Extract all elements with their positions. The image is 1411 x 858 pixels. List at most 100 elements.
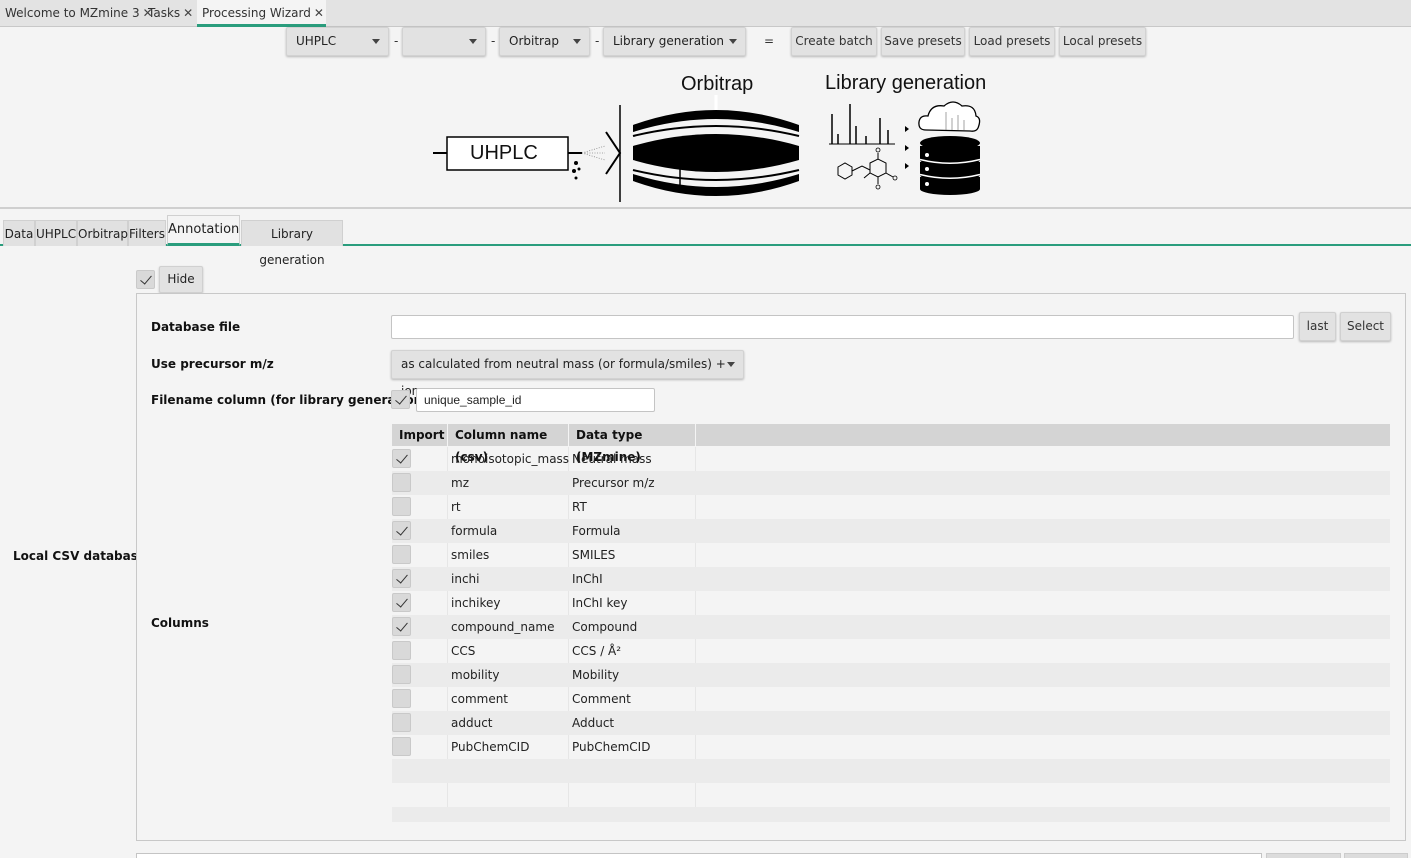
ms-instrument-select[interactable]: Orbitrap <box>499 27 590 56</box>
create-batch-button[interactable]: Create batch <box>791 27 877 56</box>
table-row[interactable]: monoisotopic_mass Neutral mass <box>392 447 1390 471</box>
data-type-cell: InChI key <box>572 596 628 610</box>
column-name-cell: rt <box>451 500 461 514</box>
table-row[interactable]: PubChemCID PubChemCID <box>392 735 1390 759</box>
table-row-empty <box>392 807 1390 822</box>
load-presets-button[interactable]: Load presets <box>969 27 1055 56</box>
import-checkbox[interactable] <box>392 593 411 612</box>
processing-wizard-window: Welcome to MZmine 3 ✕ Tasks ✕ Processing W… <box>0 0 1411 858</box>
data-type-cell: Compound <box>572 620 638 634</box>
orbitrap-diagram-label: Orbitrap <box>681 73 754 95</box>
tab-welcome[interactable]: Welcome to MZmine 3 ✕ <box>0 0 153 26</box>
module-enable-checkbox[interactable] <box>136 270 155 289</box>
table-row[interactable]: mz Precursor m/z <box>392 471 1390 495</box>
close-icon[interactable]: ✕ <box>183 6 193 20</box>
column-name-cell: PubChemCID <box>451 740 530 754</box>
divider <box>0 207 1411 209</box>
next-module-button[interactable] <box>1266 853 1341 858</box>
chevron-down-icon <box>727 362 735 367</box>
chevron-down-icon <box>729 39 737 44</box>
uhplc-diagram-label: UHPLC <box>470 142 538 164</box>
table-row[interactable]: inchi InChI <box>392 567 1390 591</box>
import-checkbox[interactable] <box>392 497 411 516</box>
column-name-cell: monoisotopic_mass <box>451 452 570 466</box>
close-icon[interactable]: ✕ <box>314 6 324 20</box>
tab-tasks[interactable]: Tasks ✕ <box>143 0 195 26</box>
column-name-cell: inchikey <box>451 596 501 610</box>
columns-table: Import Column name (csv) Data type (MZmi… <box>392 424 1390 822</box>
column-header-name[interactable]: Column name (csv) <box>448 424 569 464</box>
table-header: Import Column name (csv) Data type (MZmi… <box>392 424 1390 464</box>
workflow-diagram: UHPLC Orbitrap Library generation <box>0 60 1411 208</box>
column-name-cell: formula <box>451 524 498 538</box>
import-checkbox[interactable] <box>392 473 411 492</box>
separator: - <box>491 34 496 48</box>
tab-filters[interactable]: Filters <box>128 220 166 246</box>
table-row[interactable]: formula Formula <box>392 519 1390 543</box>
next-module-input[interactable] <box>136 853 1262 858</box>
table-row-empty <box>392 759 1390 783</box>
step-tab-bar: Data UHPLC Orbitrap Filters Annotation L… <box>0 213 1411 267</box>
table-row[interactable]: compound_name Compound <box>392 615 1390 639</box>
import-checkbox[interactable] <box>392 689 411 708</box>
column-header-import[interactable]: Import <box>392 424 448 446</box>
save-presets-button[interactable]: Save presets <box>881 27 965 56</box>
local-presets-button[interactable]: Local presets <box>1059 27 1146 56</box>
data-type-cell: SMILES <box>572 548 616 562</box>
select-file-button[interactable]: Select <box>1340 312 1391 341</box>
data-type-cell: Adduct <box>572 716 615 730</box>
filename-column-label: Filename column (for library generation) <box>151 393 428 407</box>
separator: - <box>595 34 600 48</box>
import-checkbox[interactable] <box>392 449 411 468</box>
filename-column-input[interactable] <box>416 388 655 412</box>
tab-orbitrap[interactable]: Orbitrap <box>77 220 128 246</box>
table-row[interactable]: adduct Adduct <box>392 711 1390 735</box>
table-row[interactable]: mobility Mobility <box>392 663 1390 687</box>
chevron-down-icon <box>469 39 477 44</box>
tab-label: Processing Wizard <box>202 6 311 20</box>
tab-uhplc[interactable]: UHPLC <box>35 220 77 246</box>
column-name-cell: comment <box>451 692 509 706</box>
hide-button[interactable]: Hide <box>159 266 203 293</box>
next-module-button[interactable] <box>1344 853 1408 858</box>
database-file-input[interactable] <box>391 315 1294 339</box>
ion-mobility-select[interactable] <box>402 27 486 56</box>
import-checkbox[interactable] <box>392 641 411 660</box>
uhplc-select[interactable]: UHPLC <box>286 27 389 56</box>
table-row[interactable]: rt RT <box>392 495 1390 519</box>
select-value: Orbitrap <box>509 34 559 48</box>
column-name-cell: inchi <box>451 572 480 586</box>
table-body: monoisotopic_mass Neutral mass mz Precursor… <box>392 447 1390 822</box>
workflow-select[interactable]: Library generation <box>603 27 746 56</box>
import-checkbox[interactable] <box>392 713 411 732</box>
filename-column-checkbox[interactable] <box>391 390 410 409</box>
separator: - <box>394 34 399 48</box>
chevron-down-icon <box>573 39 581 44</box>
data-type-cell: Precursor m/z <box>572 476 655 490</box>
select-value: UHPLC <box>296 34 337 48</box>
tab-label: Tasks <box>148 6 181 20</box>
table-row[interactable]: CCS CCS / Å² <box>392 639 1390 663</box>
table-row[interactable]: smiles SMILES <box>392 543 1390 567</box>
tab-annotation[interactable]: Annotation <box>167 215 240 246</box>
import-checkbox[interactable] <box>392 665 411 684</box>
column-name-cell: mz <box>451 476 469 490</box>
last-file-button[interactable]: last <box>1299 312 1336 341</box>
columns-label: Columns <box>151 616 209 630</box>
tab-data[interactable]: Data <box>3 220 35 246</box>
tab-processing-wizard[interactable]: Processing Wizard ✕ <box>197 0 326 27</box>
table-row[interactable]: comment Comment <box>392 687 1390 711</box>
table-row[interactable]: inchikey InChI key <box>392 591 1390 615</box>
data-type-cell: Formula <box>572 524 621 538</box>
tab-library-generation[interactable]: Library generation <box>241 220 343 267</box>
document-tab-bar: Welcome to MZmine 3 ✕ Tasks ✕ Processing W… <box>0 0 1411 27</box>
local-csv-database-label: Local CSV database <box>13 549 147 563</box>
import-checkbox[interactable] <box>392 569 411 588</box>
import-checkbox[interactable] <box>392 545 411 564</box>
import-checkbox[interactable] <box>392 737 411 756</box>
import-checkbox[interactable] <box>392 617 411 636</box>
column-name-cell: CCS <box>451 644 476 658</box>
precursor-mz-select[interactable]: as calculated from neutral mass (or form… <box>391 350 744 398</box>
column-header-type[interactable]: Data type (MZmine) <box>569 424 696 464</box>
import-checkbox[interactable] <box>392 521 411 540</box>
